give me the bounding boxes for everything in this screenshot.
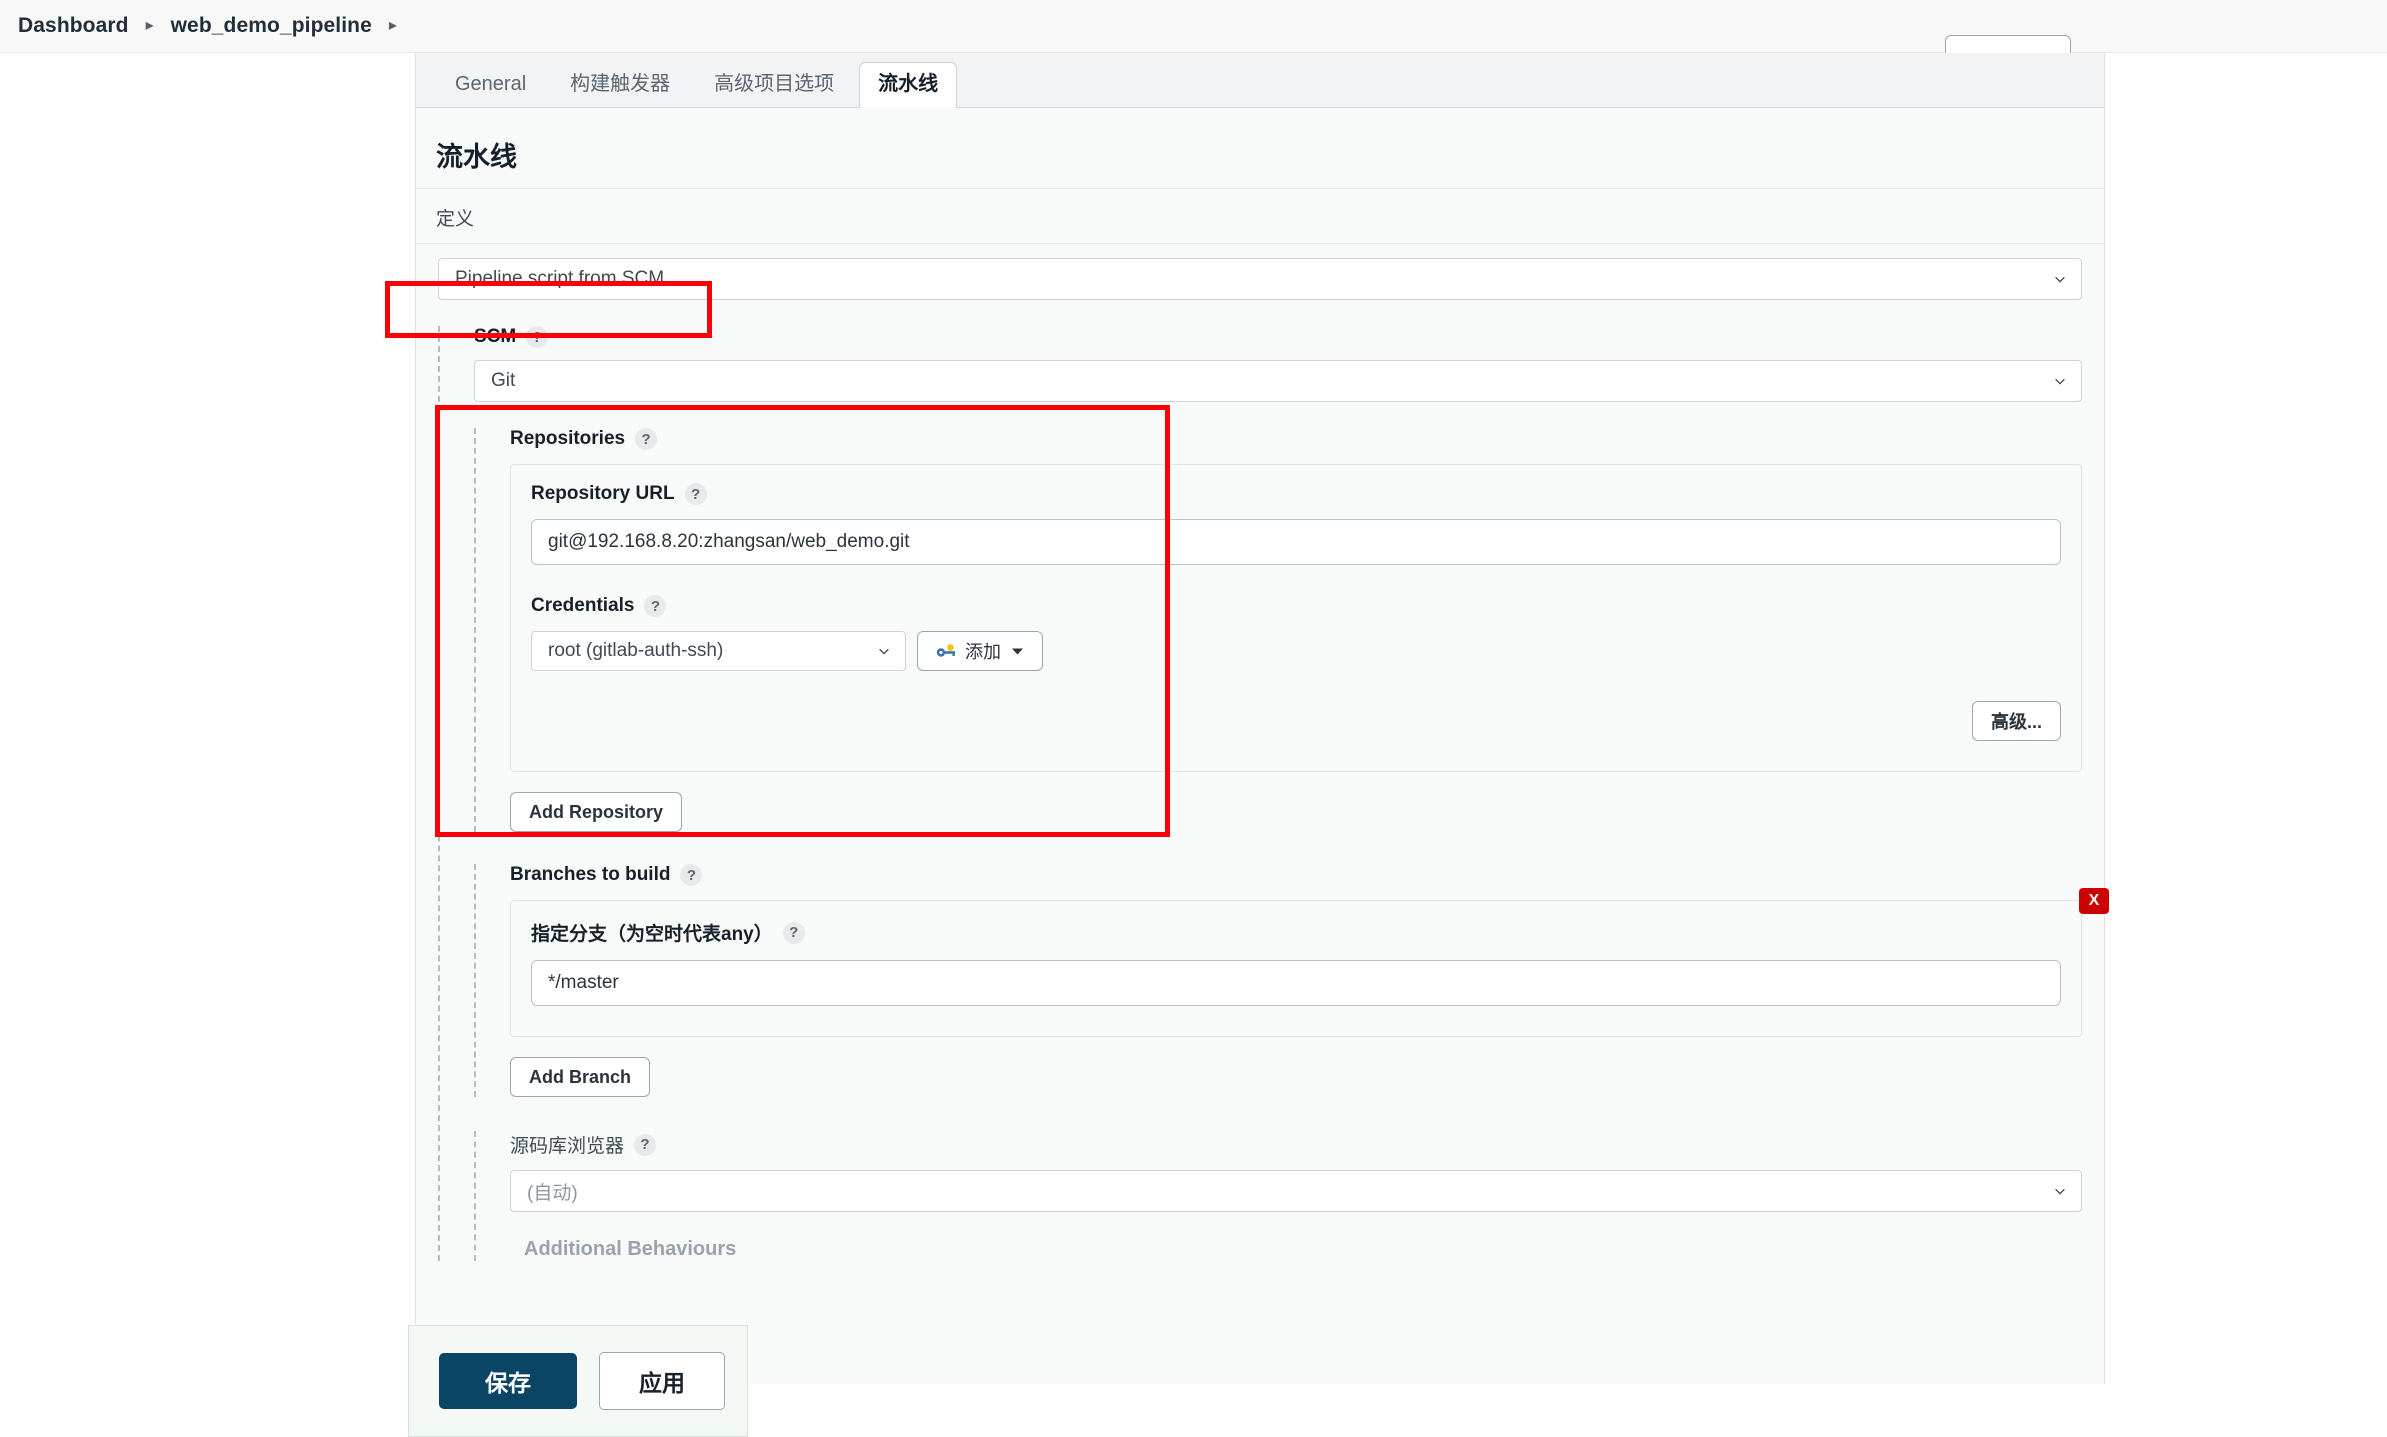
tab-pipeline[interactable]: 流水线	[859, 62, 958, 108]
repository-browser-select-row: (自动)	[496, 1158, 2082, 1212]
scm-select-row: Git	[460, 348, 2082, 402]
repository-browser-select[interactable]: (自动)	[510, 1170, 2082, 1212]
credentials-select-value: root (gitlab-auth-ssh)	[548, 640, 724, 661]
page-title: 流水线	[416, 109, 2104, 189]
repository-url-input[interactable]: git@192.168.8.20:zhangsan/web_demo.git	[531, 519, 2061, 565]
branch-spec-label: 指定分支（为空时代表any）	[531, 924, 773, 945]
scm-nest: SCM ? Git Repositories ? Repository URL …	[438, 326, 2109, 1261]
credentials-label: Credentials	[531, 595, 635, 616]
scm-label-row: SCM ?	[460, 326, 2082, 348]
branch-spec-label-row: 指定分支（为空时代表any） ?	[531, 919, 2061, 946]
repositories-nest: Repositories ? Repository URL ? git@192.…	[474, 428, 2082, 832]
branch-spec-help-icon[interactable]: ?	[782, 921, 805, 944]
add-branch-button[interactable]: Add Branch	[510, 1057, 651, 1097]
repository-browser-block: 源码库浏览器 ? (自动) Additional Behaviours	[460, 1097, 2082, 1261]
repositories-label-row: Repositories ?	[496, 428, 2082, 450]
repository-url-label: Repository URL	[531, 483, 675, 504]
definition-select-row: Pipeline script from SCM	[416, 244, 2104, 300]
additional-behaviours-label: Additional Behaviours	[524, 1238, 737, 1260]
credentials-row: root (gitlab-auth-ssh) 添加	[531, 631, 2061, 671]
branch-card: X 指定分支（为空时代表any） ? */master	[510, 888, 2109, 1037]
add-credentials-label: 添加	[965, 642, 1001, 662]
repository-url-label-row: Repository URL ?	[531, 483, 2061, 505]
credentials-label-row: Credentials ?	[531, 595, 2061, 617]
tab-general[interactable]: General	[436, 62, 545, 107]
pipeline-section: 流水线 定义 Pipeline script from SCM SCM ? Gi…	[416, 109, 2109, 1261]
breadcrumb-item-dashboard[interactable]: Dashboard	[18, 14, 129, 38]
branches-help-icon[interactable]: ?	[680, 864, 703, 886]
definition-label: 定义	[416, 189, 2104, 244]
repository-browser-select-value: (自动)	[527, 1182, 578, 1204]
configuration-panel: General 构建触发器 高级项目选项 流水线 流水线 定义 Pipeline…	[415, 35, 2109, 1384]
advanced-button[interactable]: 高级...	[1971, 701, 2061, 741]
key-icon	[936, 644, 955, 657]
breadcrumb-dropdown-icon[interactable]: ▸	[389, 18, 397, 34]
branches-label: Branches to build	[510, 864, 671, 885]
repositories-label: Repositories	[510, 428, 626, 449]
credentials-select[interactable]: root (gitlab-auth-ssh)	[531, 631, 906, 671]
repository-url-help-icon[interactable]: ?	[684, 483, 707, 505]
chevron-down-icon	[1012, 648, 1023, 654]
save-bar: 保存 应用	[408, 1325, 748, 1437]
tab-advanced-project-options[interactable]: 高级项目选项	[695, 62, 853, 107]
tab-build-triggers[interactable]: 构建触发器	[551, 62, 689, 107]
repositories-block: Repositories ? Repository URL ? git@192.…	[460, 402, 2082, 832]
add-repository-button[interactable]: Add Repository	[510, 792, 683, 832]
repository-browser-label: 源码库浏览器	[510, 1136, 625, 1157]
definition-select[interactable]: Pipeline script from SCM	[438, 258, 2082, 300]
repository-browser-nest: 源码库浏览器 ? (自动) Additional Behaviours	[474, 1131, 2082, 1261]
delete-branch-button[interactable]: X	[2079, 888, 2109, 914]
add-branch-row: Add Branch	[496, 1037, 2082, 1097]
scm-help-icon[interactable]: ?	[526, 326, 549, 348]
branches-label-row: Branches to build ?	[496, 864, 2082, 886]
definition-select-value: Pipeline script from SCM	[455, 268, 665, 289]
add-repository-row: Add Repository	[496, 772, 2082, 832]
repositories-help-icon[interactable]: ?	[635, 428, 658, 450]
page-body: General 构建触发器 高级项目选项 流水线 流水线 定义 Pipeline…	[0, 35, 2387, 1437]
breadcrumb-separator-icon: ▸	[145, 17, 154, 34]
advanced-row: 高级...	[531, 701, 2061, 741]
branches-block: Branches to build ? X 指定分支（为空时代表any） ? *…	[460, 832, 2109, 1097]
save-button[interactable]: 保存	[439, 1353, 577, 1409]
config-tabs: General 构建触发器 高级项目选项 流水线	[416, 53, 2104, 108]
repository-browser-label-row: 源码库浏览器 ?	[496, 1131, 2082, 1158]
chevron-down-icon	[2055, 276, 2065, 283]
scm-select[interactable]: Git	[474, 360, 2082, 402]
branch-spec-input[interactable]: */master	[531, 960, 2061, 1006]
scm-label: SCM	[474, 326, 517, 347]
repository-card: Repository URL ? git@192.168.8.20:zhangs…	[510, 464, 2082, 772]
apply-button[interactable]: 应用	[599, 1352, 725, 1410]
chevron-down-icon	[879, 648, 889, 655]
scm-block: SCM ? Git Repositories ? Repository URL …	[416, 300, 2109, 1261]
chevron-down-icon	[2055, 378, 2065, 385]
breadcrumb-item-job[interactable]: web_demo_pipeline	[171, 14, 372, 38]
scm-select-value: Git	[491, 370, 516, 391]
branches-nest: Branches to build ? X 指定分支（为空时代表any） ? *…	[474, 864, 2109, 1097]
credentials-help-icon[interactable]: ?	[644, 595, 667, 617]
repository-browser-help-icon[interactable]: ?	[634, 1133, 657, 1156]
add-credentials-button[interactable]: 添加	[917, 631, 1043, 671]
chevron-down-icon	[2055, 1188, 2065, 1195]
